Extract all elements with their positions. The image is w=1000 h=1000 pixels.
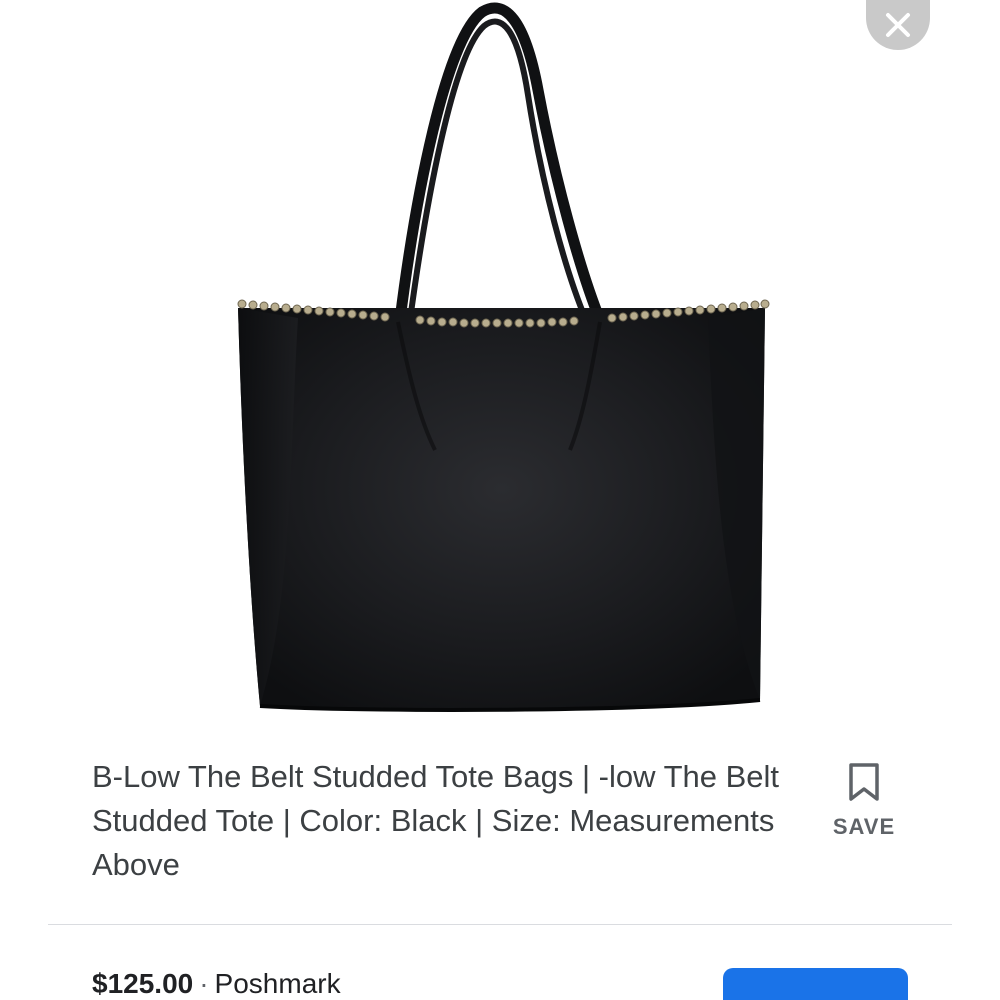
price-merchant-row: $125.00 · Poshmark bbox=[92, 968, 341, 1000]
close-icon bbox=[886, 13, 910, 37]
product-image[interactable] bbox=[220, 0, 780, 720]
merchant-name[interactable]: Poshmark bbox=[215, 968, 341, 999]
product-detail-panel: B-Low The Belt Studded Tote Bags | -low … bbox=[0, 0, 1000, 1000]
save-label: SAVE bbox=[832, 814, 896, 839]
price: $125.00 bbox=[92, 968, 194, 999]
save-button[interactable]: SAVE bbox=[826, 762, 902, 840]
separator: · bbox=[199, 968, 209, 999]
visit-site-button[interactable] bbox=[723, 968, 908, 1000]
bookmark-icon bbox=[849, 763, 879, 801]
divider bbox=[48, 924, 952, 925]
close-button[interactable] bbox=[866, 0, 930, 50]
product-title[interactable]: B-Low The Belt Studded Tote Bags | -low … bbox=[92, 755, 812, 887]
